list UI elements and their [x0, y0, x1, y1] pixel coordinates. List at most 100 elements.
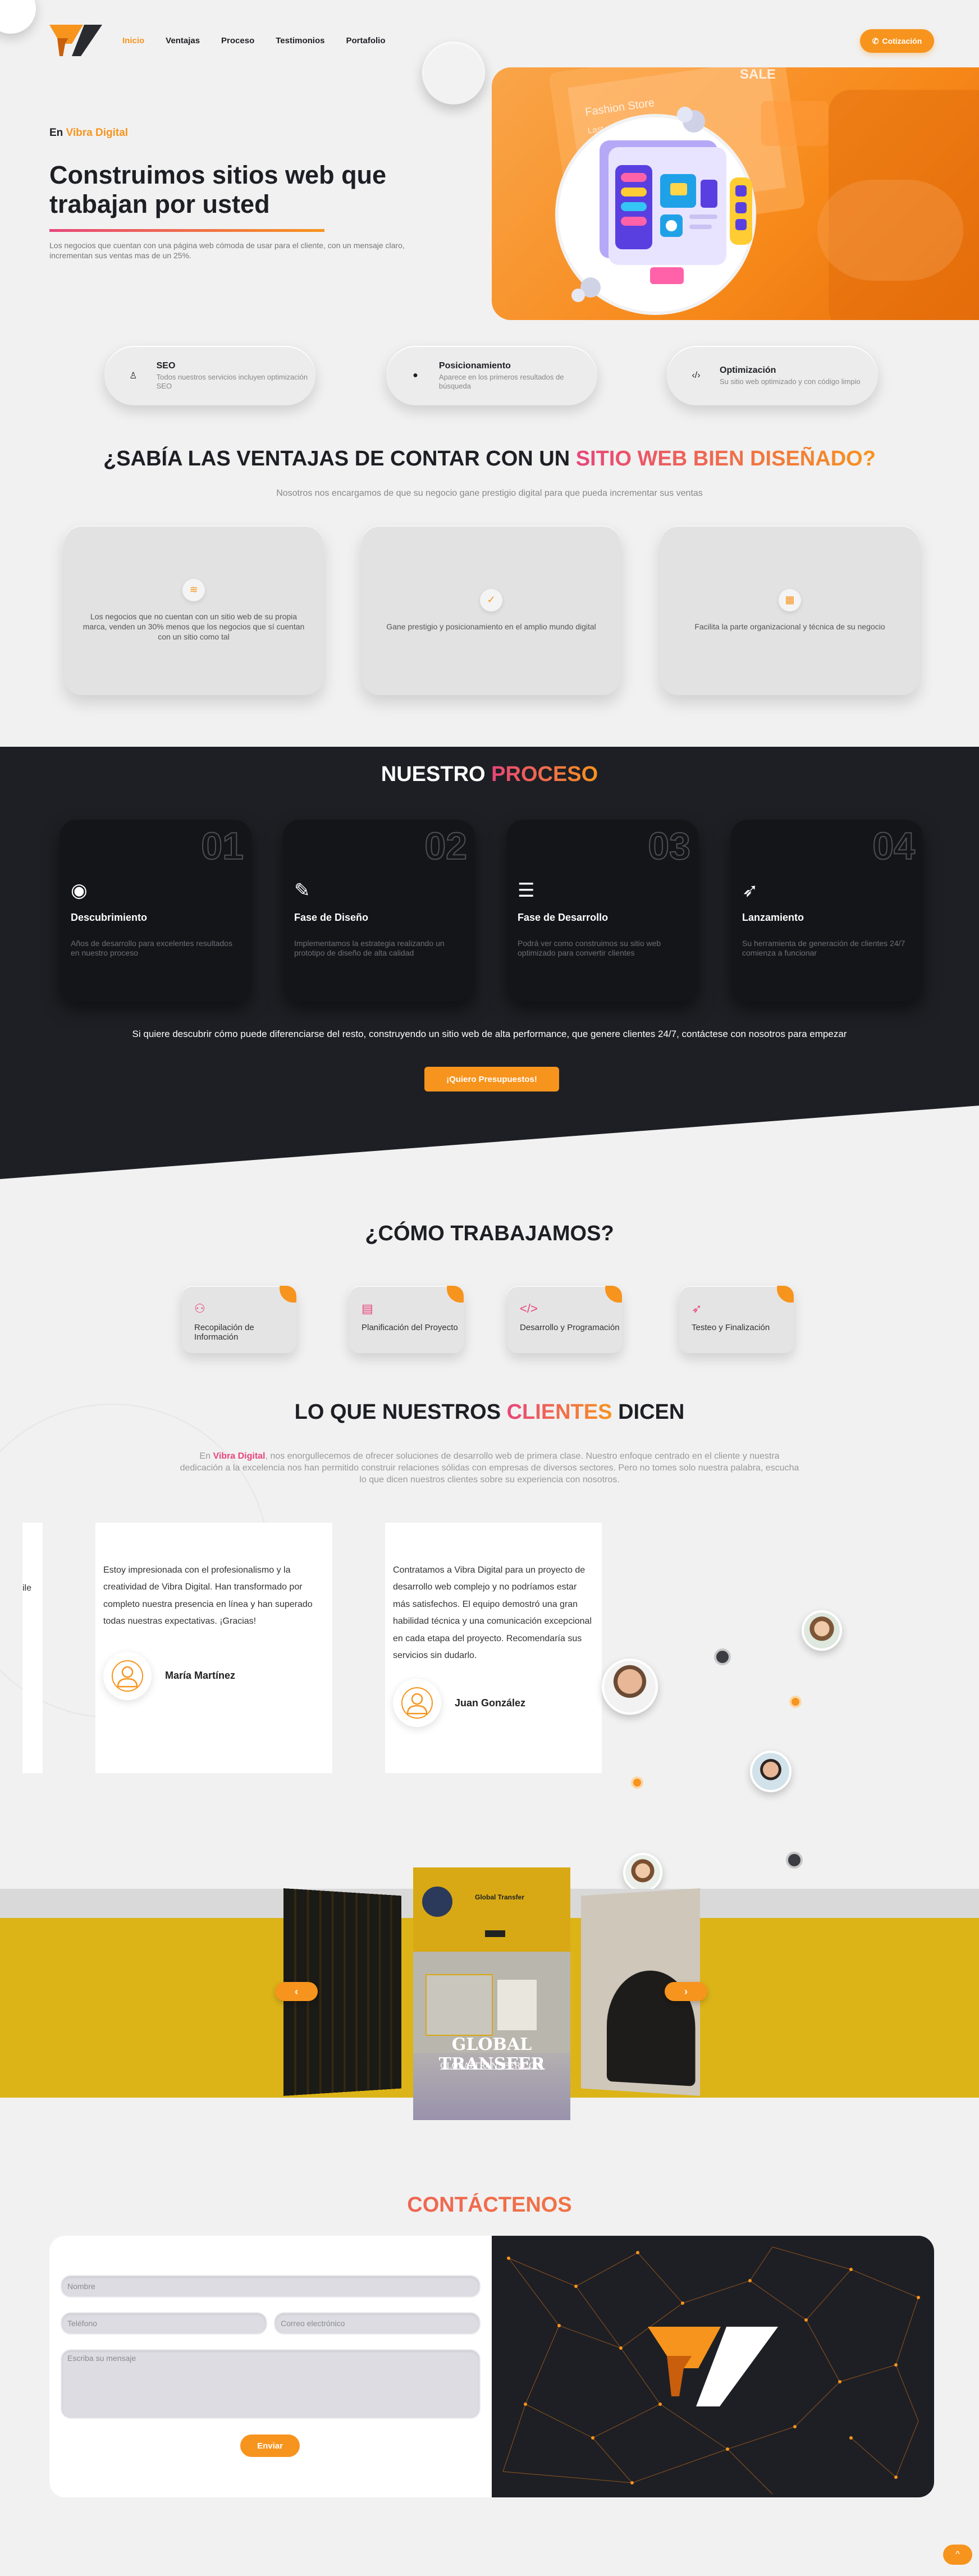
client-photo: [602, 1659, 658, 1715]
proceso-title-highlight: PROCESO: [491, 762, 598, 786]
step-title: Lanzamiento: [742, 912, 804, 923]
ventajas-title-highlight: SITIO WEB BIEN DISEÑADO?: [575, 447, 876, 471]
decor-dot: [714, 1648, 731, 1665]
badge-check-icon: ✓: [480, 588, 502, 611]
desc-prefix: En: [199, 1451, 211, 1461]
hero-underline: [49, 229, 324, 232]
corner-accent: [777, 1286, 794, 1303]
chevron-right-icon: ›: [684, 1985, 688, 1997]
site-preview-image: [497, 1980, 537, 2030]
rocket-icon: ➶: [742, 880, 758, 901]
proceso-step: 02 ✎ Fase de Diseño Implementamos la est…: [283, 820, 475, 1002]
testimonial-quote: Contratamos a Vibra Digital para un proy…: [393, 1565, 592, 1660]
como-label: Desarrollo y Programación: [520, 1323, 620, 1332]
enviar-button[interactable]: Enviar: [240, 2435, 300, 2457]
step-title: Fase de Diseño: [294, 912, 369, 923]
mensaje-field[interactable]: Escriba su mensaje: [61, 2349, 481, 2419]
phone-icon: ✆: [872, 36, 879, 45]
site-preview-header: Global Transfer: [413, 1867, 570, 1952]
scroll-top-button[interactable]: ^: [943, 2545, 972, 2565]
edit-icon: ✎: [294, 880, 310, 901]
proceso-title: NUESTRO PROCESO: [0, 762, 979, 787]
ventaja-card: ▦ Facilita la parte organizacional y téc…: [660, 526, 919, 695]
ventaja-card: ✓ Gane prestigio y posicionamiento en el…: [362, 526, 621, 695]
testimonial-card-partial: ile: [22, 1523, 43, 1773]
avatar: [103, 1651, 152, 1700]
feature-title: SEO: [156, 360, 176, 371]
corner-accent: [447, 1286, 464, 1303]
como-item: ➶ Testeo y Finalización: [679, 1286, 794, 1353]
user-icon: [112, 1660, 143, 1692]
layers-icon: ☰: [518, 880, 535, 901]
cotizacion-button[interactable]: ✆ Cotización: [860, 29, 934, 53]
feature-title: Optimización: [720, 365, 776, 375]
testimonial-quote: Estoy impresionada con el profesionalism…: [103, 1565, 313, 1627]
building-icon: ▦: [779, 588, 801, 611]
project-link[interactable]: GLOBALTRANSFER.COM: [413, 2062, 570, 2071]
decor-dot: [789, 1696, 802, 1708]
main-nav: Inicio Ventajas Proceso Testimonios Port…: [122, 36, 385, 45]
chevron-left-icon: ‹: [295, 1985, 298, 1997]
corner-accent: [280, 1286, 296, 1303]
step-number: 01: [200, 824, 244, 868]
trend-down-icon: ≋: [182, 578, 205, 601]
ventaja-text: Facilita la parte organizacional y técni…: [694, 622, 885, 631]
rocket-icon: ➶: [692, 1301, 702, 1316]
contact-title: CONTÁCTENOS: [0, 2193, 979, 2217]
testimonios-title: LO QUE NUESTROS CLIENTES DICEN: [0, 1400, 979, 1424]
como-label: Testeo y Finalización: [692, 1323, 770, 1332]
next-arrow-button[interactable]: ›: [665, 1982, 707, 2001]
como-label: Recopilación de Información: [194, 1323, 254, 1342]
nav-testimonios[interactable]: Testimonios: [276, 36, 324, 45]
client-photo: [802, 1610, 842, 1651]
telefono-field[interactable]: Teléfono: [61, 2312, 267, 2335]
quiero-presupuestos-button[interactable]: ¡Quiero Presupuestos!: [424, 1067, 559, 1091]
client-photo: [623, 1853, 662, 1892]
logo[interactable]: [49, 25, 102, 56]
nav-portafolio[interactable]: Portafolio: [346, 36, 385, 45]
contact-brand-panel: [492, 2236, 934, 2497]
decor-dot: [631, 1776, 643, 1789]
hero-kicker-brand: Vibra Digital: [66, 127, 129, 139]
nav-proceso[interactable]: Proceso: [221, 36, 254, 45]
feature-text: Aparece en los primeros resultados de bú…: [438, 372, 564, 390]
como-title: ¿CÓMO TRABAJAMOS?: [365, 1222, 614, 1245]
ventajas-title: ¿SABÍA LAS VENTAJAS DE CONTAR CON UN SIT…: [0, 447, 979, 471]
calendar-icon: ▤: [362, 1301, 373, 1316]
hero-image: Fashion Store Last week SALE: [492, 67, 979, 320]
globe-icon: ●: [413, 371, 418, 380]
step-title: Descubrimiento: [71, 912, 148, 923]
seo-icon: ♙: [129, 371, 138, 381]
nav-ventajas[interactable]: Ventajas: [166, 36, 200, 45]
proceso-title-start: NUESTRO: [381, 762, 486, 786]
portfolio-slide-active[interactable]: Global Transfer: [413, 1867, 570, 2120]
hero-title: Construimos sitios web que trabajan por …: [49, 161, 387, 219]
nombre-field[interactable]: Nombre: [61, 2275, 481, 2298]
correo-field[interactable]: Correo electrónico: [274, 2312, 481, 2335]
step-text: Años de desarrollo para excelentes resul…: [71, 939, 232, 957]
prev-arrow-button[interactable]: ‹: [275, 1982, 318, 2001]
testimonial-name: Juan González: [455, 1697, 526, 1709]
testimonios-title-highlight: CLIENTES: [506, 1400, 612, 1424]
ventajas-subtitle: Nosotros nos encargamos de que su negoci…: [276, 488, 703, 498]
site-preview-button: [485, 1930, 505, 1937]
desc-brand: Vibra Digital: [213, 1451, 266, 1461]
hero-description: Los negocios que cuentan con una página …: [49, 241, 405, 261]
decor-circle: [422, 42, 485, 104]
client-photo: [750, 1751, 792, 1792]
como-item: ▤ Planificación del Proyecto: [349, 1286, 464, 1353]
proceso-step: 01 ◉ Descubrimiento Años de desarrollo p…: [60, 820, 251, 1002]
step-number: 02: [424, 824, 468, 868]
desc-text: , nos enorgullecemos de ofrecer solucion…: [180, 1451, 799, 1485]
nav-inicio[interactable]: Inicio: [122, 36, 144, 45]
brand-logo: [648, 2327, 778, 2406]
partial-text: ile: [22, 1583, 32, 1593]
como-item: ⚇ Recopilación de Información: [182, 1286, 296, 1353]
eye-icon: ◉: [71, 880, 88, 901]
ventaja-text: Gane prestigio y posicionamiento en el a…: [386, 622, 596, 631]
code-icon: ‹/›: [692, 371, 701, 380]
sitemap-icon: ⚇: [194, 1301, 205, 1316]
chevron-up-icon: ^: [955, 2550, 960, 2559]
proceso-note: Si quiere descubrir cómo puede diferenci…: [132, 1029, 847, 1039]
ventaja-text: Los negocios que no cuentan con un sitio…: [83, 611, 305, 642]
